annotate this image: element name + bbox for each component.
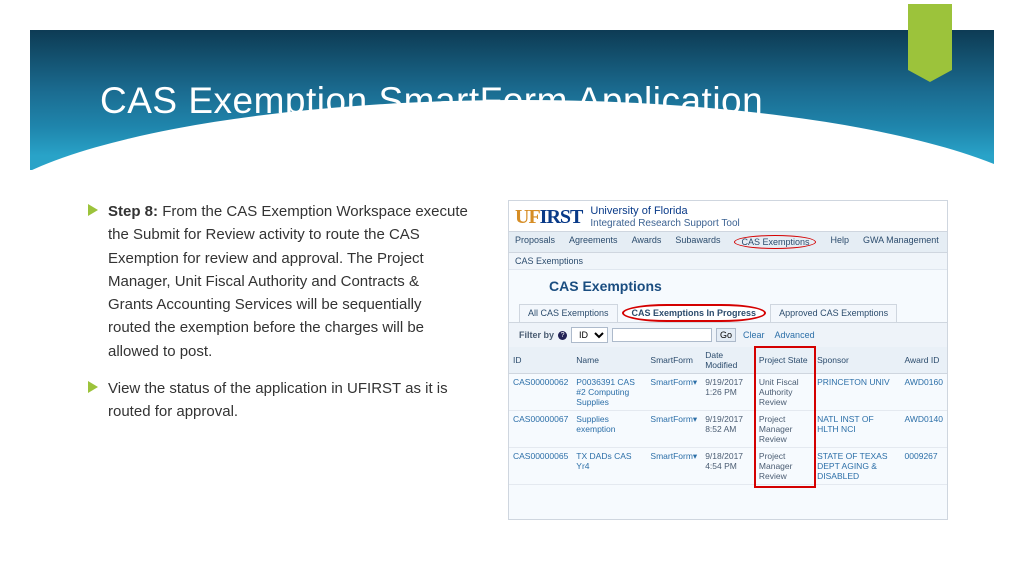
column-header[interactable]: SmartForm (646, 347, 701, 374)
bullet-list: Step 8: From the CAS Exemption Workspace… (88, 200, 468, 520)
slide-title: CAS Exemption SmartForm Application (30, 30, 994, 122)
main-nav: Proposals Agreements Awards Subawards CAS Ex… (509, 231, 947, 253)
cell[interactable]: AWD0160 (901, 374, 947, 411)
cell: 9/19/2017 1:26 PM (701, 374, 755, 411)
cell[interactable]: TX DADs CAS Yr4 (572, 448, 646, 485)
column-header[interactable]: ID (509, 347, 572, 374)
column-header[interactable]: Date Modified (701, 347, 755, 374)
nav-item[interactable]: Awards (632, 235, 662, 249)
breadcrumb: CAS Exemptions (509, 253, 947, 270)
go-button[interactable]: Go (716, 328, 736, 342)
help-icon[interactable]: ? (558, 331, 567, 340)
column-header[interactable]: Award ID (901, 347, 947, 374)
cell: 9/19/2017 8:52 AM (701, 411, 755, 448)
site-subtitle: Integrated Research Support Tool (590, 218, 739, 230)
cell[interactable]: Supplies exemption (572, 411, 646, 448)
ufirst-logo: UFIRST (515, 206, 582, 229)
subtabs: All CAS ExemptionsCAS Exemptions In Prog… (509, 304, 947, 323)
cell[interactable]: CAS00000067 (509, 411, 572, 448)
cell: 9/18/2017 4:54 PM (701, 448, 755, 485)
bullet-icon (88, 381, 98, 393)
subtab[interactable]: CAS Exemptions In Progress (622, 304, 767, 322)
column-header[interactable]: Name (572, 347, 646, 374)
results-table: IDNameSmartFormDate ModifiedProject Stat… (509, 347, 947, 485)
cell[interactable]: STATE OF TEXAS DEPT AGING & DISABLED (813, 448, 900, 485)
cell[interactable]: CAS00000065 (509, 448, 572, 485)
slide-accent (908, 4, 952, 70)
nav-item[interactable]: Agreements (569, 235, 618, 249)
filter-field-select[interactable]: ID (571, 327, 608, 343)
table-row: CAS00000062P0036391 CAS #2 Computing Sup… (509, 374, 947, 411)
subtab[interactable]: Approved CAS Exemptions (770, 304, 897, 322)
filter-input[interactable] (612, 328, 712, 342)
cell[interactable]: SmartForm▾ (646, 448, 701, 485)
nav-item[interactable]: Help (830, 235, 849, 249)
subtab[interactable]: All CAS Exemptions (519, 304, 618, 322)
cell[interactable]: NATL INST OF HLTH NCI (813, 411, 900, 448)
nav-item[interactable]: Proposals (515, 235, 555, 249)
table-row: CAS00000067Supplies exemptionSmartForm▾9… (509, 411, 947, 448)
page-title: CAS Exemptions (509, 270, 947, 304)
advanced-link[interactable]: Advanced (772, 329, 818, 341)
column-header[interactable]: Sponsor (813, 347, 900, 374)
cell[interactable]: 0009267 (901, 448, 947, 485)
cell[interactable]: SmartForm▾ (646, 374, 701, 411)
project-state-highlight (754, 346, 816, 488)
bullet-icon (88, 204, 98, 216)
cell[interactable]: AWD0140 (901, 411, 947, 448)
bullet-item: View the status of the application in UF… (88, 377, 468, 424)
title-banner: CAS Exemption SmartForm Application (30, 30, 994, 170)
site-name: University of Florida (590, 205, 739, 218)
nav-item[interactable]: GWA Management (863, 235, 939, 249)
bullet-item: Step 8: From the CAS Exemption Workspace… (88, 200, 468, 363)
cell[interactable]: SmartForm▾ (646, 411, 701, 448)
step-label: Step 8: (108, 203, 158, 220)
ufirst-screenshot: UFIRST University of Florida Integrated … (508, 200, 948, 520)
nav-item[interactable]: Subawards (675, 235, 720, 249)
filter-label: Filter by (519, 330, 554, 340)
step-text: From the CAS Exemption Workspace execute… (108, 203, 468, 360)
step-text: View the status of the application in UF… (108, 377, 468, 424)
cell[interactable]: P0036391 CAS #2 Computing Supplies (572, 374, 646, 411)
cell[interactable]: CAS00000062 (509, 374, 572, 411)
nav-item[interactable]: CAS Exemptions (734, 235, 816, 249)
clear-button[interactable]: Clear (740, 329, 768, 341)
table-row: CAS00000065TX DADs CAS Yr4SmartForm▾9/18… (509, 448, 947, 485)
filter-bar: Filter by ? ID Go Clear Advanced (509, 323, 947, 347)
cell[interactable]: PRINCETON UNIV (813, 374, 900, 411)
